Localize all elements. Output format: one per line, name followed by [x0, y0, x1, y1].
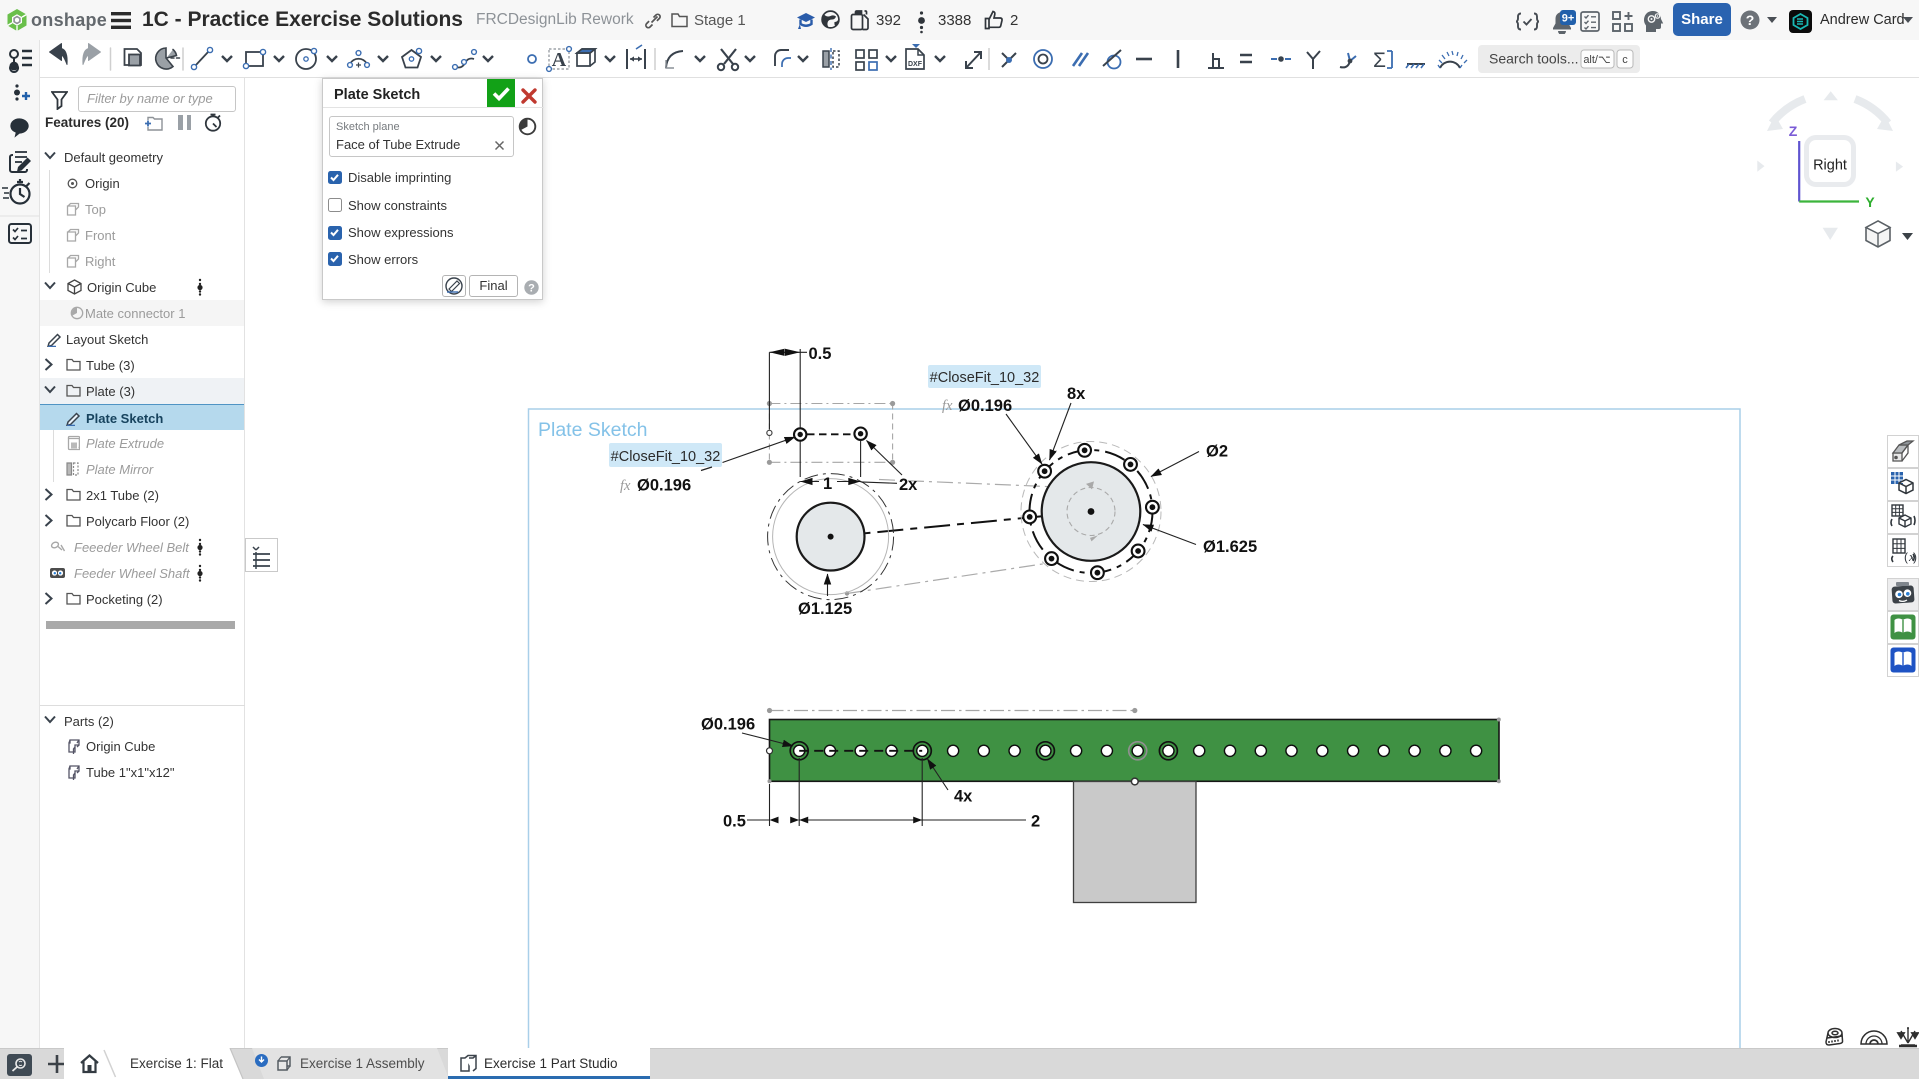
svg-text:Ø1.125: Ø1.125: [798, 600, 852, 618]
svg-text:Ø2: Ø2: [1206, 443, 1228, 461]
svg-text:fx: fx: [620, 478, 631, 494]
svg-text:?: ?: [528, 283, 535, 295]
svg-text:0.5: 0.5: [809, 345, 832, 363]
svg-text:Ø1.625: Ø1.625: [1203, 538, 1257, 556]
svg-text:Search tools...: Search tools...: [1489, 51, 1579, 67]
svg-text:?: ?: [1746, 12, 1755, 28]
svg-text:Z: Z: [1789, 123, 1798, 139]
svg-text:): ): [1913, 550, 1917, 564]
svg-text:2: 2: [1031, 813, 1040, 831]
svg-text:0.5: 0.5: [723, 813, 746, 831]
svg-text:8x: 8x: [1067, 385, 1086, 403]
svg-text:Y: Y: [1865, 194, 1875, 210]
svg-text:4x: 4x: [954, 788, 973, 806]
svg-text:9+: 9+: [1562, 13, 1575, 25]
svg-text:Ø0.196: Ø0.196: [637, 477, 691, 495]
svg-text:Plate Sketch: Plate Sketch: [538, 419, 647, 441]
svg-text:DXF: DXF: [908, 61, 923, 68]
svg-text:Ø0.196: Ø0.196: [701, 716, 755, 734]
svg-text:fx: fx: [942, 398, 953, 414]
svg-text:c: c: [1622, 54, 1628, 66]
svg-text:1: 1: [823, 475, 832, 493]
svg-text:2x: 2x: [899, 476, 918, 494]
svg-text:Σ: Σ: [1373, 49, 1386, 72]
svg-text:A: A: [552, 49, 567, 71]
svg-text:#CloseFit_10_32: #CloseFit_10_32: [930, 370, 1040, 386]
svg-text:#CloseFit_10_32: #CloseFit_10_32: [611, 449, 721, 465]
svg-text:Right: Right: [1813, 158, 1847, 174]
svg-text:alt/⌥: alt/⌥: [1583, 54, 1610, 66]
svg-text:Ø0.196: Ø0.196: [958, 397, 1012, 415]
svg-text:(: (: [1904, 550, 1908, 564]
